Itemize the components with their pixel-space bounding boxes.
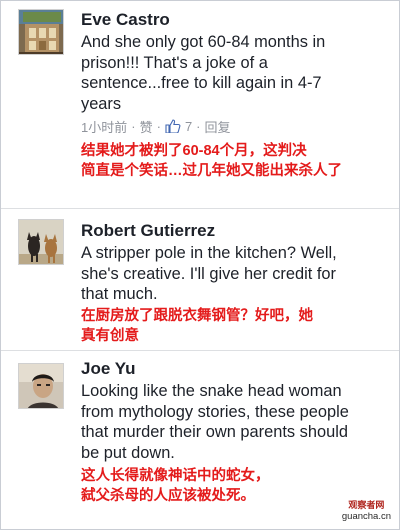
comment-author[interactable]: Eve Castro [81, 10, 170, 30]
translation-line: 真有创意 [81, 328, 139, 344]
meta-separator: · [196, 119, 201, 134]
comment-author[interactable]: Joe Yu [81, 359, 136, 379]
comment-timestamp[interactable]: 1小时前 [81, 117, 127, 136]
comment-text-line: sentence...free to kill again in 4-7 [81, 74, 322, 92]
comment-screenshot: Eve Castro And she only got 60-84 months… [0, 0, 400, 530]
meta-separator: · [156, 119, 161, 134]
avatar[interactable] [18, 219, 64, 265]
translation-line: 这人长得就像神话中的蛇女， [81, 468, 270, 484]
comment-item: Robert Gutierrez A stripper pole in the … [1, 200, 399, 350]
chinese-translation: 结果她才被判了60-84个月，这判决 简直是个笑话…过几年她又能出来杀人了 [81, 141, 342, 181]
comment-author[interactable]: Robert Gutierrez [81, 221, 215, 241]
chinese-translation: 在厨房放了跟脱衣舞钢管？好吧，她 真有创意 [81, 306, 313, 346]
comment-meta: 1小时前 · 赞 · 7 · 回复 [81, 117, 231, 136]
avatar[interactable] [18, 9, 64, 55]
comment-text-line: A stripper pole in the kitchen? Well, [81, 244, 337, 262]
translation-line: 简直是个笑话…过几年她又能出来杀人了 [81, 163, 342, 179]
comment-text-line: from mythology stories, these people [81, 402, 349, 421]
comment-text-line: that much. [81, 285, 158, 303]
watermark-title: 观察者网 [348, 500, 385, 510]
chinese-translation: 这人长得就像神话中的蛇女， 弑父杀母的人应该被处死。 [81, 466, 270, 506]
thumbs-up-icon[interactable] [165, 119, 181, 134]
avatar[interactable] [18, 363, 64, 409]
comment-item: Eve Castro And she only got 60-84 months… [1, 1, 399, 199]
comment-item: Joe Yu Looking like the snake head woman… [1, 350, 399, 529]
comment-text-line: that murder their own parents should [81, 423, 348, 441]
like-button[interactable]: 赞 [140, 117, 153, 136]
watermark: 观察者网 guancha.cn [342, 499, 391, 523]
meta-separator: · [131, 119, 136, 134]
translation-line: 在厨房放了跟脱衣舞钢管？好吧，她 [81, 308, 313, 324]
comment-text: A stripper pole in the kitchen? Well, sh… [81, 243, 393, 305]
watermark-url: guancha.cn [341, 511, 391, 522]
comment-text-line: she's creative. I'll give her credit for [81, 264, 336, 283]
comment-text-line: And she only got 60-84 months in [81, 33, 326, 51]
comment-text-line: years [81, 94, 122, 113]
comment-text: And she only got 60-84 months in prison!… [81, 32, 393, 114]
reply-button[interactable]: 回复 [205, 117, 231, 136]
comment-text-line: Looking like the snake head woman [81, 382, 342, 400]
comment-text-line: be put down. [81, 443, 175, 462]
translation-line: 结果她才被判了60-84个月，这判决 [81, 143, 307, 159]
like-count: 7 [184, 119, 193, 134]
translation-line: 弑父杀母的人应该被处死。 [81, 488, 255, 504]
comment-text: Looking like the snake head woman from m… [81, 381, 393, 463]
comment-text-line: prison!!! That's a joke of a [81, 53, 268, 72]
